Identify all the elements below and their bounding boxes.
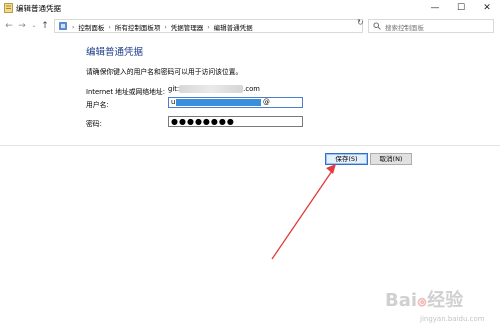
watermark-url: jingyan.baidu.com <box>420 315 485 323</box>
watermark-logo: Baiၜ经验 <box>385 290 464 311</box>
annotation-arrow <box>271 164 336 260</box>
